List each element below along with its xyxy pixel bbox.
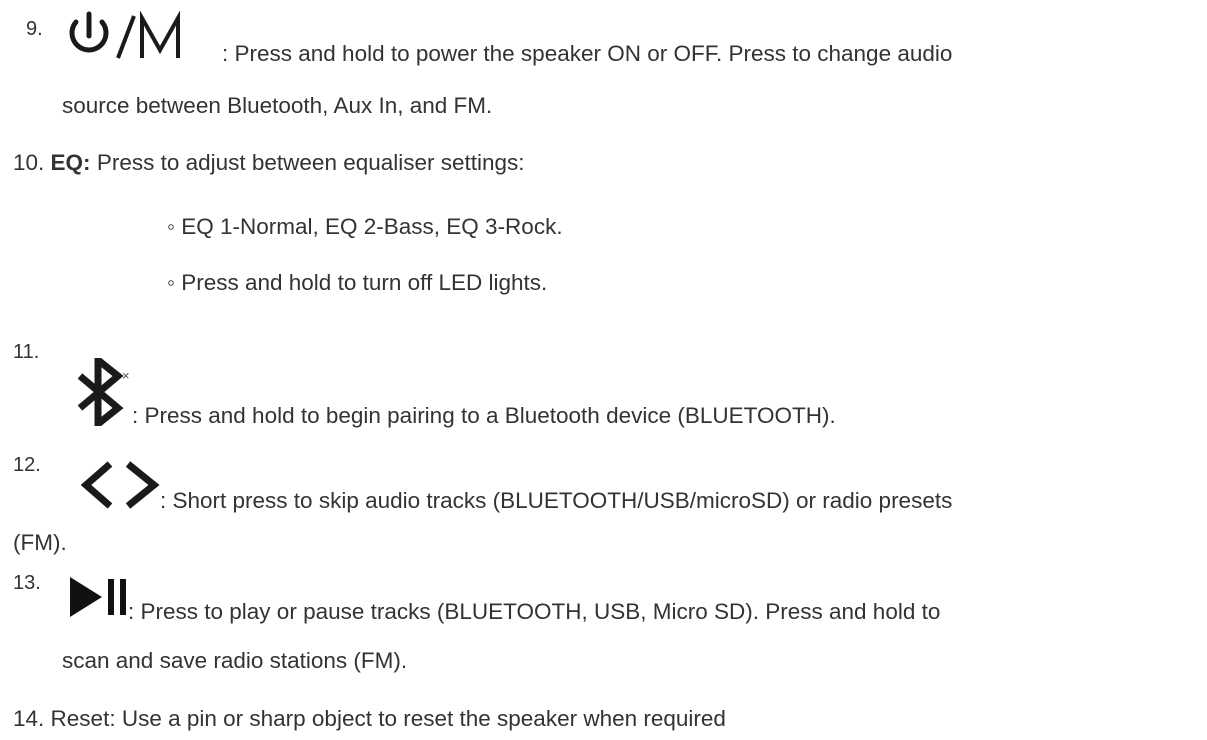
item-9-line-2: source between Bluetooth, Aux In, and FM…: [62, 93, 493, 118]
item-12-line-2: (FM).: [13, 530, 67, 555]
item-number: 14.: [13, 706, 45, 731]
item-number: 11.: [13, 341, 40, 363]
play-pause-icon: [70, 577, 126, 617]
item-13-line-1: : Press to play or pause tracks (BLUETOO…: [128, 599, 941, 624]
prev-next-icon: [80, 461, 160, 509]
power-mode-icon: [69, 10, 180, 59]
item-12-line-1: : Short press to skip audio tracks (BLUE…: [160, 488, 953, 513]
item-10-text: Press to adjust between equaliser settin…: [90, 150, 525, 175]
eq-sub-item-2: ◦ Press and hold to turn off LED lights.: [167, 270, 548, 295]
item-9-line-1: : Press and hold to power the speaker ON…: [222, 41, 953, 66]
bluetooth-icon: ×: [77, 358, 130, 426]
item-14-text: Reset: Use a pin or sharp object to rese…: [50, 706, 726, 731]
item-number: 12.: [13, 454, 41, 476]
manual-page: { "items": [ { "number": "9.", "icon": "…: [0, 0, 1207, 740]
item-11-line-1: : Press and hold to begin pairing to a B…: [132, 403, 836, 428]
item-13-line-2: scan and save radio stations (FM).: [62, 648, 408, 673]
svg-text:×: ×: [122, 368, 130, 383]
item-number: 10.: [13, 150, 45, 175]
eq-sub-item-1: ◦ EQ 1-Normal, EQ 2-Bass, EQ 3-Rock.: [167, 214, 563, 239]
item-number: 13.: [13, 572, 41, 594]
eq-label: EQ:: [50, 150, 91, 175]
item-number: 9.: [26, 18, 43, 40]
